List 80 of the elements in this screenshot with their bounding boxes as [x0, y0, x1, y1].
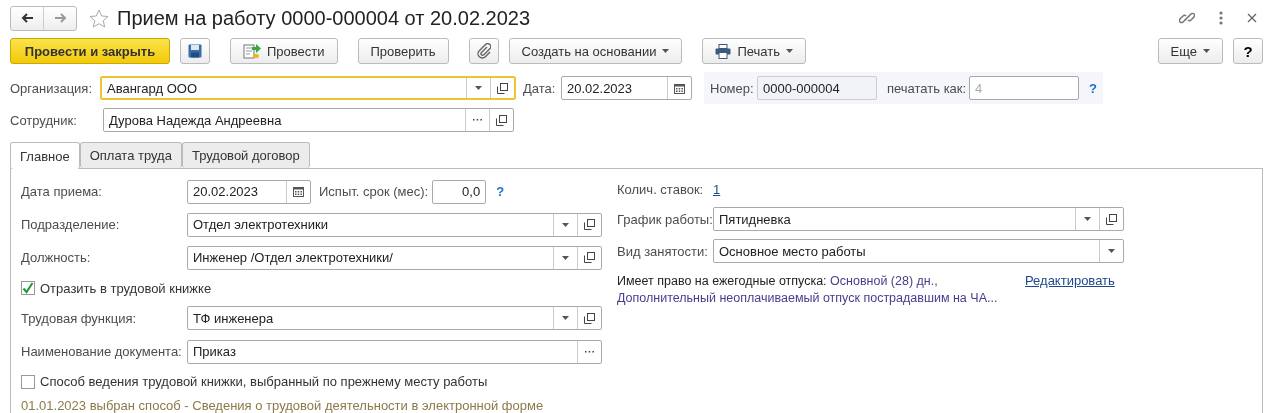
help-link[interactable]: ? [1089, 80, 1097, 96]
navigation-buttons[interactable] [10, 5, 77, 31]
field-label: Дата приема: [21, 184, 103, 200]
paperclip-icon [476, 43, 491, 59]
select-field[interactable]: Авангард ООО [100, 76, 516, 100]
tab[interactable]: Главное [10, 142, 80, 169]
vacation-link[interactable]: Основной (28) дн., [830, 274, 938, 288]
select-field[interactable]: Отдел электротехники [187, 212, 602, 237]
caret-icon [562, 316, 569, 321]
field-label: Наименование документа: [21, 344, 183, 360]
help-button[interactable]: ? [1233, 38, 1263, 64]
caret-icon [1084, 217, 1091, 221]
calendar-icon [674, 82, 685, 94]
caret-icon [1108, 249, 1115, 253]
more-icon[interactable] [1219, 11, 1223, 25]
select-field[interactable]: ТФ инженера [187, 306, 602, 331]
caret-icon [475, 86, 482, 90]
select-field[interactable]: Пятидневка [713, 207, 1124, 231]
field-label: Организация: [10, 80, 94, 96]
printer-icon [715, 43, 732, 59]
caret-icon [786, 49, 793, 53]
document-arrow-icon [243, 43, 261, 59]
rate-link[interactable]: 1 [713, 181, 721, 197]
choice-field[interactable]: Дурова Надежда Андреевна [103, 108, 514, 132]
info-note: 01.01.2023 выбран способ - Сведения о трудовой деятельности в электронной форме [21, 396, 545, 413]
close-icon[interactable] [1247, 13, 1257, 23]
open-window-icon [584, 312, 595, 324]
field-label: Трудовая функция: [21, 310, 138, 326]
back-arrow-icon [20, 13, 34, 23]
number-field[interactable]: 0000-000004 [757, 76, 877, 100]
print-button[interactable]: Печать [702, 38, 806, 64]
menu-button[interactable]: Еще [1157, 38, 1223, 64]
select-field[interactable]: Инженер /Отдел электротехники/ [187, 245, 602, 270]
choice-field[interactable]: Приказ [187, 339, 602, 364]
caret-icon [1203, 49, 1210, 53]
open-window-icon [584, 219, 595, 231]
link-icon[interactable] [1179, 10, 1195, 26]
post-and-close-button[interactable]: Провести и закрыть [10, 38, 170, 64]
field-label: Колич. ставок: [617, 181, 705, 197]
forward-arrow-icon [53, 13, 67, 23]
caret-icon [562, 222, 569, 227]
check-button[interactable]: Проверить [357, 38, 449, 64]
checkbox[interactable] [21, 281, 35, 296]
field-label: Подразделение: [21, 217, 121, 233]
attach-button[interactable] [468, 38, 499, 64]
field-label: График работы: [617, 211, 713, 227]
star-icon[interactable] [89, 8, 109, 28]
field-label: Должность: [21, 250, 92, 266]
save-button[interactable] [180, 38, 210, 64]
select-field[interactable]: Основное место работы [713, 239, 1124, 263]
edit-link[interactable]: Редактировать [1025, 273, 1115, 307]
menu-button[interactable]: Создать на основании [508, 38, 683, 64]
field-label: Испыт. срок (мес): [319, 184, 429, 200]
open-window-icon [497, 82, 508, 94]
caret-icon [662, 49, 670, 53]
tab[interactable]: Оплата труда [79, 142, 182, 168]
field-label: печатать как: [887, 80, 968, 96]
help-link[interactable]: ? [496, 184, 505, 200]
date-field[interactable]: 20.02.2023 [187, 179, 311, 204]
field-label: Сотрудник: [10, 112, 78, 128]
field-label: Номер: [710, 80, 755, 96]
open-window-icon [496, 114, 507, 126]
post-button[interactable]: Провести [230, 38, 338, 64]
checkbox-label: Способ ведения трудовой книжки, выбранный по прежнему месту работы [40, 374, 488, 390]
vacations-label: Имеет право на ежегодные отпуска: [617, 274, 827, 288]
floppy-icon [188, 44, 202, 58]
checkbox[interactable] [21, 374, 35, 389]
field-label: Вид занятости: [617, 243, 709, 259]
window-title: Прием на работу 0000-000004 от 20.02.2023 [117, 6, 531, 30]
field-label: Дата: [523, 80, 557, 96]
checkbox-label: Отразить в трудовой книжке [40, 280, 212, 296]
ellipsis-icon [585, 350, 594, 353]
caret-icon [562, 255, 569, 260]
calendar-icon [293, 186, 304, 198]
date-field[interactable]: 20.02.2023 [561, 76, 692, 100]
number-field[interactable]: 0,0 [432, 179, 487, 204]
open-window-icon [584, 252, 595, 264]
vacation-link[interactable]: Дополнительный неоплачиваемый отпуск пострадавшим на ЧА... [617, 291, 998, 305]
open-window-icon [1106, 213, 1117, 225]
tab[interactable]: Трудовой договор [181, 142, 310, 168]
